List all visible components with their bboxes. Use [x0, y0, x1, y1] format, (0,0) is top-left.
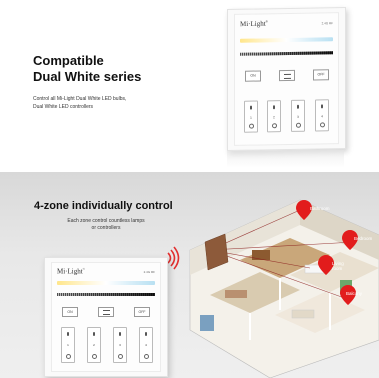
brand-text: Mi·Light: [57, 267, 83, 276]
zone-label-2: 2: [93, 343, 95, 347]
brand-sup: ®: [265, 19, 268, 24]
section-title: 4-zone individually control: [34, 200, 173, 212]
zone-button-4[interactable]: 4: [315, 99, 329, 132]
brand-text: Mi·Light: [240, 19, 266, 29]
mode-icon: [283, 73, 291, 80]
panel-sub-label: 2.4G RF: [143, 270, 155, 274]
headline-line-1: Compatible: [33, 53, 104, 68]
zone-button-1[interactable]: 1: [61, 327, 75, 363]
section-description-line-2: or controllers: [91, 225, 121, 231]
panel-brand: Mi·Light®: [57, 267, 85, 275]
house-floorplan-illustration: [189, 199, 379, 378]
on-button[interactable]: ON: [62, 307, 78, 317]
description-line-2: Dual White LED controllers: [33, 104, 94, 110]
headline-block: Compatible Dual White series Control all…: [33, 53, 183, 111]
panel-brand: Mi·Light®: [240, 19, 268, 28]
panel-face: Mi·Light® 2.4G RF ON OFF 1 2 3 4: [51, 262, 161, 372]
mode-button[interactable]: [279, 69, 295, 82]
color-temperature-bar[interactable]: [240, 37, 333, 43]
off-button[interactable]: OFF: [313, 69, 329, 81]
room-label-living-room: Living room: [332, 261, 344, 271]
top-section: Compatible Dual White series Control all…: [0, 0, 379, 170]
wall-panel-top: Mi·Light® 2.4G RF ON OFF 1 2 3 4: [227, 6, 346, 152]
zone-button-2[interactable]: 2: [267, 100, 281, 133]
brightness-bar[interactable]: [240, 51, 333, 56]
section-description-line-1: Each zone control countless lamps: [67, 218, 145, 224]
headline-line-2: Dual White series: [33, 69, 142, 84]
zone-label-1: 1: [250, 115, 252, 120]
panel-face: Mi·Light® 2.4G RF ON OFF 1 2 3 4: [234, 12, 339, 146]
brand-sup: ®: [82, 267, 85, 271]
zone-button-3[interactable]: 3: [291, 99, 305, 132]
description: Control all Mi-Light Dual White LED bulb…: [33, 95, 183, 111]
zone-button-2[interactable]: 2: [87, 327, 101, 363]
room-pin-living-room[interactable]: Living room: [318, 255, 344, 280]
zone-button-4[interactable]: 4: [139, 327, 153, 363]
mode-icon: [102, 310, 110, 315]
panel-reflection: [227, 150, 344, 168]
mode-button[interactable]: [98, 307, 114, 317]
off-button[interactable]: OFF: [134, 307, 150, 317]
zone-label-4: 4: [145, 343, 147, 347]
description-line-1: Control all Mi-Light Dual White LED bulb…: [33, 96, 127, 102]
room-pin-balcony[interactable]: Balcony: [340, 285, 362, 310]
room-label-balcony: Balcony: [346, 291, 363, 296]
panel-sub-label: 2.4G RF: [321, 21, 333, 26]
zone-button-3[interactable]: 3: [113, 327, 127, 363]
room-pin-bathroom[interactable]: Bathroom: [296, 200, 330, 225]
brightness-bar[interactable]: [57, 293, 155, 296]
zone-label-1: 1: [67, 343, 69, 347]
room-label-bedroom: Bedroom: [354, 236, 373, 241]
zone-label-3: 3: [297, 114, 299, 119]
zone-label-3: 3: [119, 343, 121, 347]
color-temperature-bar[interactable]: [57, 281, 155, 285]
zone-label-4: 4: [321, 114, 323, 119]
room-pin-bedroom[interactable]: Bedroom: [342, 230, 372, 255]
zone-button-1[interactable]: 1: [244, 100, 258, 133]
on-button[interactable]: ON: [245, 70, 261, 82]
section-description: Each zone control countless lamps or con…: [46, 218, 166, 232]
room-label-bathroom: Bathroom: [310, 206, 330, 211]
zone-label-2: 2: [273, 115, 275, 120]
wall-panel-bottom: Mi·Light® 2.4G RF ON OFF 1 2 3 4: [44, 257, 168, 377]
